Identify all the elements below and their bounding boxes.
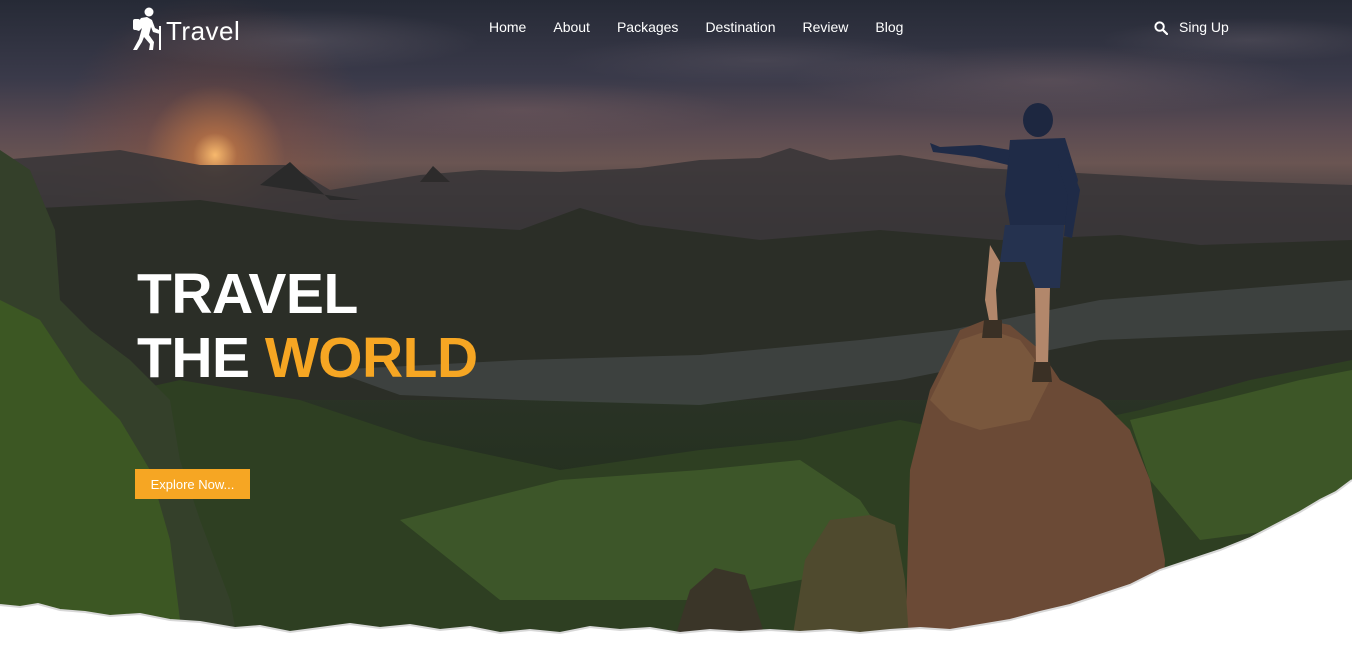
- hero-section: Travel Home About Packages Destination R…: [0, 0, 1352, 653]
- torn-paper-divider: [0, 479, 1352, 653]
